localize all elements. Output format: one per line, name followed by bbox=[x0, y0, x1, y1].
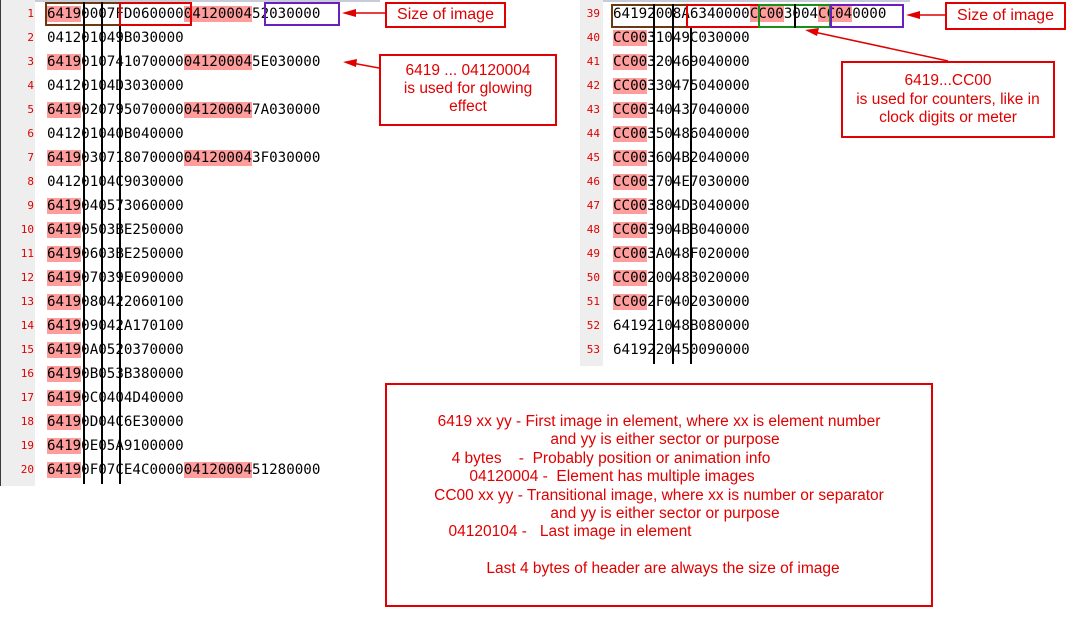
annotation-arrows bbox=[342, 9, 949, 69]
arrow-counter bbox=[813, 31, 949, 62]
arrow-size-left-head bbox=[342, 9, 356, 17]
arrow-glow-head bbox=[343, 59, 357, 67]
arrow-size-right-head bbox=[906, 11, 920, 19]
arrow-counter-head bbox=[805, 28, 819, 36]
